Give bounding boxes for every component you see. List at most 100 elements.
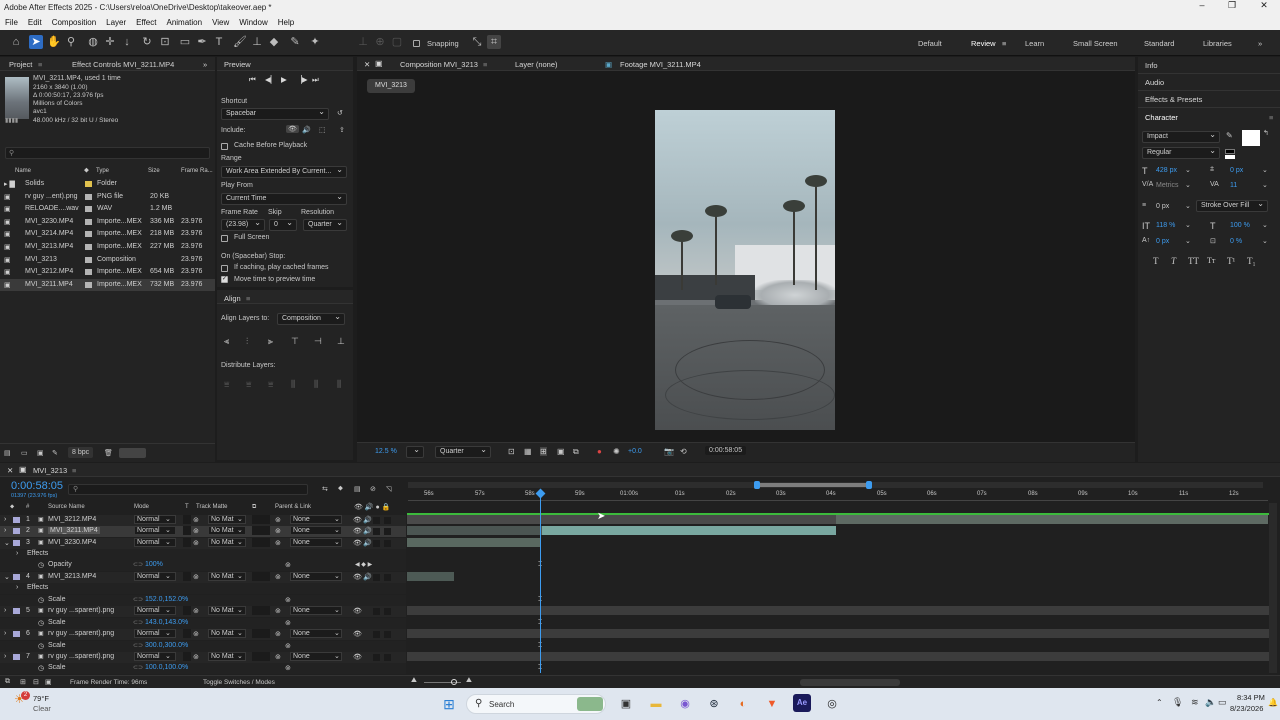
superscript-icon[interactable]: T¹ <box>1227 256 1235 266</box>
audio-icon[interactable]: 🔊 <box>363 539 372 547</box>
layer-name[interactable]: MVI_3230.MP4 <box>48 539 96 546</box>
layer-row[interactable]: › 7 ▣ rv guy ...sparent).png Normal ⌄ ⊚ No Mat ⌄… <box>0 652 406 663</box>
include-audio-icon[interactable]: 🔊 <box>302 126 311 134</box>
rotate-tool-icon[interactable]: ↻ <box>140 35 154 49</box>
property-row[interactable]: ◷ Scale ⊂⊃ 300.0,300.0% ⊚ <box>0 641 406 652</box>
col-t[interactable]: T <box>185 504 189 510</box>
solo-toggle[interactable] <box>373 631 380 638</box>
weather-text[interactable]: Clear <box>33 704 51 713</box>
timeline-vertical-scrollbar[interactable] <box>1269 503 1277 673</box>
reset-icon[interactable]: ↺ <box>337 109 343 117</box>
play-icon[interactable]: ▶ <box>281 75 287 84</box>
transparency-grid-icon[interactable]: ▦ <box>524 447 532 456</box>
project-item[interactable]: ▣ rv guy ...ent).png PNG file 20 KB <box>0 191 215 204</box>
baseline-value[interactable]: 0 px <box>1156 238 1169 245</box>
keyframe-navigator-icon[interactable]: ◀ ◆ ▶ <box>355 561 372 568</box>
timeline-menu-icon[interactable]: ≡ <box>72 466 76 475</box>
menu-layer[interactable]: Layer <box>101 18 131 27</box>
local-axis-icon[interactable]: ⊥ <box>356 35 370 49</box>
expand-icon[interactable]: › <box>16 550 18 557</box>
parent-pickwhip-icon[interactable]: ⊚ <box>275 527 281 535</box>
timeline-track[interactable] <box>407 595 1269 605</box>
clone-stamp-icon[interactable]: ⊥ <box>250 35 264 49</box>
expand-icon[interactable]: ⌄ <box>4 573 10 581</box>
stroke-width-value[interactable]: 0 px <box>1156 203 1169 210</box>
property-value[interactable]: 300.0,300.0% <box>145 642 188 649</box>
vertical-scale-value[interactable]: 118 % <box>1156 222 1175 229</box>
world-axis-icon[interactable]: ⊕ <box>373 35 387 49</box>
menu-edit[interactable]: Edit <box>23 18 47 27</box>
region-of-interest-icon[interactable]: ⊡ <box>508 447 515 456</box>
frame-render-icon[interactable]: ▣ <box>45 678 52 686</box>
expand-icon[interactable]: › <box>16 584 18 591</box>
property-row[interactable]: › Effects <box>0 583 406 594</box>
steam-icon[interactable]: ⊛ <box>705 695 723 713</box>
layer-name[interactable]: rv guy ...sparent).png <box>48 653 114 660</box>
cache-checkbox[interactable] <box>221 143 228 150</box>
preserve-transparency[interactable] <box>183 538 191 547</box>
tab-align[interactable]: Align <box>224 294 241 303</box>
expand-icon[interactable]: ⌄ <box>4 539 10 547</box>
col-track-matte[interactable]: Track Matte <box>196 504 227 510</box>
layer5-bar[interactable] <box>407 606 1269 615</box>
tab-layer[interactable]: Layer (none) <box>515 60 558 69</box>
stopwatch-icon[interactable]: ◷ <box>38 619 44 627</box>
layer-row[interactable]: ⌄ 4 ▣ MVI_3213.MP4 Normal ⌄ ⊚ No Mat ⌄ ⊚ None ⌄ 👁 🔊 <box>0 572 406 583</box>
skip-dropdown[interactable]: 0 <box>269 218 297 231</box>
taskbar-date[interactable]: 8/23/2026 <box>1230 704 1263 713</box>
layer1-bar[interactable] <box>407 515 837 524</box>
discord-icon[interactable]: ◉ <box>676 695 694 713</box>
menu-file[interactable]: File <box>0 18 23 27</box>
microphone-icon[interactable]: 🎙 <box>1172 697 1183 708</box>
solo-toggle[interactable] <box>373 528 380 535</box>
project-item[interactable]: ▣ MVI_3214.MP4 Importe...MEX 218 MB 23.976 <box>0 228 215 241</box>
layer-name[interactable]: MVI_3213.MP4 <box>48 573 96 580</box>
col-parent[interactable]: Parent & Link <box>275 504 311 510</box>
matte-link-icon[interactable]: ⊚ <box>193 527 199 535</box>
menu-window[interactable]: Window <box>234 18 272 27</box>
parent-pickwhip-icon[interactable]: ⊚ <box>275 653 281 661</box>
composition-frame[interactable] <box>655 110 835 430</box>
col-size[interactable]: Size <box>148 168 160 174</box>
matte-toggle[interactable] <box>252 526 270 535</box>
type-tool-icon[interactable]: T <box>212 35 226 49</box>
project-item[interactable]: ▣ RELOADE....wav WAV 1.2 MB <box>0 203 215 216</box>
lock-toggle[interactable] <box>384 528 391 535</box>
constrain-proportions-icon[interactable]: ⊂⊃ <box>133 596 143 603</box>
interpret-footage-icon[interactable]: ▤ <box>4 449 11 457</box>
snapping-checkbox[interactable] <box>413 40 420 47</box>
project-settings-icon[interactable]: ✎ <box>52 449 58 457</box>
toggle-expand-icon[interactable]: ⧉ <box>5 678 10 686</box>
distribute-top-icon[interactable]: ⩸ <box>224 379 229 390</box>
distribute-left-icon[interactable]: ⫼ <box>291 379 295 390</box>
show-snapshot-icon[interactable]: ⟲ <box>680 447 687 456</box>
parent-pickwhip-icon[interactable]: ⊚ <box>275 573 281 581</box>
comp-breadcrumb[interactable]: MVI_3213 <box>367 79 415 93</box>
property-value[interactable]: 152.0,152.0% <box>145 596 188 603</box>
property-pickwhip-icon[interactable]: ⊚ <box>285 596 291 604</box>
obs-icon[interactable]: ◎ <box>823 695 841 713</box>
tray-chevron-icon[interactable]: ⌃ <box>1156 698 1163 707</box>
solo-toggle[interactable] <box>373 574 380 581</box>
brush-tool-icon[interactable]: 🖌 <box>233 35 247 49</box>
solo-toggle[interactable] <box>373 608 380 615</box>
preserve-transparency[interactable] <box>183 572 191 581</box>
taskbar-time[interactable]: 8:34 PM <box>1237 693 1265 702</box>
project-item[interactable]: ▣ MVI_3213 Composition 23.976 <box>0 254 215 267</box>
project-search-input[interactable]: ⚲ <box>5 147 210 159</box>
shortcut-dropdown[interactable]: Spacebar <box>221 107 329 120</box>
lock-toggle[interactable] <box>384 654 391 661</box>
layer-name[interactable]: rv guy ...sparent).png <box>48 607 114 614</box>
align-hcenter-icon[interactable]: ⫶ <box>246 336 248 347</box>
matte-link-icon[interactable]: ⊚ <box>193 653 199 661</box>
zoom-dropdown[interactable] <box>406 445 424 458</box>
lock-toggle[interactable] <box>384 517 391 524</box>
matte-toggle[interactable] <box>252 652 270 661</box>
exposure-value[interactable]: +0.0 <box>628 448 642 455</box>
battery-icon[interactable]: ▭ <box>1218 697 1227 708</box>
zoom-tool-icon[interactable]: ⚲ <box>64 35 78 49</box>
range-dropdown[interactable]: Work Area Extended By Current... <box>221 165 347 178</box>
font-style-dropdown[interactable]: Regular <box>1142 146 1220 159</box>
horizontal-scale-value[interactable]: 100 % <box>1230 222 1250 229</box>
zoom-in-icon[interactable]: ⛰ <box>466 677 472 685</box>
